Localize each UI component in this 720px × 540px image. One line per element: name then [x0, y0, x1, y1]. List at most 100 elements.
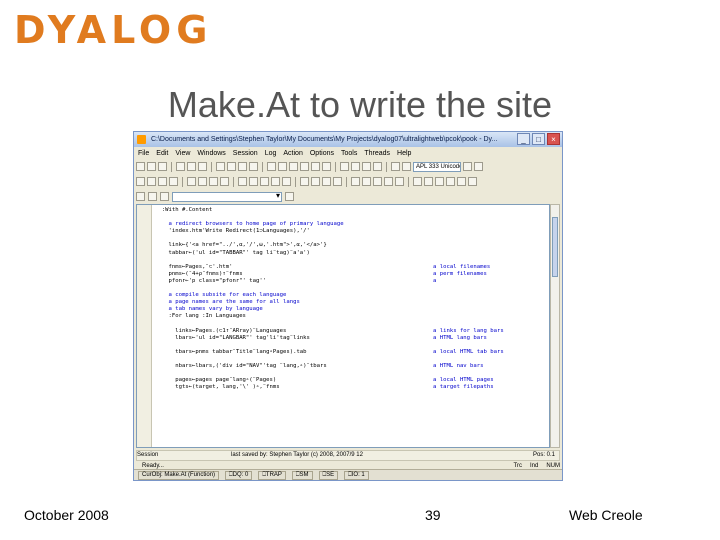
- threads-icon[interactable]: [391, 162, 400, 171]
- help-icon[interactable]: [402, 162, 411, 171]
- menu-tools[interactable]: Tools: [341, 148, 357, 159]
- undo-icon[interactable]: [216, 162, 225, 171]
- redo-icon[interactable]: [227, 162, 236, 171]
- language-bar-icon[interactable]: [198, 177, 207, 186]
- code-text: pfonr←'p class="pfonr"' tag'': [155, 277, 267, 284]
- toolbar-separator: [408, 176, 409, 187]
- paste-icon[interactable]: [198, 162, 207, 171]
- language-bar-icon[interactable]: [300, 177, 309, 186]
- editor-info-bar: Session last saved by: Stephen Taylor (c…: [136, 450, 560, 461]
- window-title-bar[interactable]: C:\Documents and Settings\Stephen Taylor…: [134, 132, 562, 147]
- code-line: a page names are the same for all langs: [155, 299, 547, 306]
- edit-icon[interactable]: [311, 162, 320, 171]
- copy-icon[interactable]: [187, 162, 196, 171]
- close-button[interactable]: ×: [547, 133, 560, 145]
- replace-icon[interactable]: [249, 162, 258, 171]
- menu-help[interactable]: Help: [397, 148, 411, 159]
- language-bar-icon[interactable]: [322, 177, 331, 186]
- font-smaller-icon[interactable]: [351, 162, 360, 171]
- menu-log[interactable]: Log: [265, 148, 277, 159]
- search-icon[interactable]: [285, 192, 294, 201]
- language-bar-icon[interactable]: [147, 177, 156, 186]
- save-icon[interactable]: [158, 162, 167, 171]
- toolbar-separator: [262, 161, 263, 172]
- language-bar-icon[interactable]: [220, 177, 229, 186]
- color-icon[interactable]: [362, 162, 371, 171]
- menu-action[interactable]: Action: [283, 148, 302, 159]
- code-comment: a local filenames: [433, 263, 491, 270]
- editor-window[interactable]: C:\Documents and Settings\Stephen Taylor…: [133, 131, 563, 481]
- toolbar-separator: [211, 161, 212, 172]
- language-bar-icon[interactable]: [271, 177, 280, 186]
- language-bar-icon[interactable]: [446, 177, 455, 186]
- settings-icon[interactable]: [373, 162, 382, 171]
- menu-file[interactable]: File: [138, 148, 149, 159]
- maximize-button[interactable]: □: [532, 133, 545, 145]
- menu-windows[interactable]: Windows: [197, 148, 225, 159]
- scrollbar-thumb[interactable]: [552, 217, 558, 277]
- language-bar-icon[interactable]: [384, 177, 393, 186]
- language-bar-icon[interactable]: [260, 177, 269, 186]
- language-bar-icon[interactable]: [209, 177, 218, 186]
- language-bar-icon[interactable]: [238, 177, 247, 186]
- language-bar-icon[interactable]: [413, 177, 422, 186]
- language-bar-icon[interactable]: [424, 177, 433, 186]
- exit-icon[interactable]: [160, 192, 169, 201]
- language-bar-icon[interactable]: [136, 177, 145, 186]
- language-bar-icon[interactable]: [282, 177, 291, 186]
- menu-session[interactable]: Session: [233, 148, 258, 159]
- tracer-icon[interactable]: [300, 162, 309, 171]
- language-bar-icon[interactable]: [435, 177, 444, 186]
- workspace-icon[interactable]: [267, 162, 276, 171]
- font-combo[interactable]: APL 333 Unicode: [413, 161, 461, 172]
- language-bar-icon[interactable]: [187, 177, 196, 186]
- menu-edit[interactable]: Edit: [156, 148, 168, 159]
- menu-options[interactable]: Options: [310, 148, 334, 159]
- language-bar-icon[interactable]: [395, 177, 404, 186]
- language-bar-icon[interactable]: [169, 177, 178, 186]
- run-icon[interactable]: [322, 162, 331, 171]
- toolbar-separator: [346, 176, 347, 187]
- session-tab[interactable]: Session: [137, 452, 158, 458]
- language-bar-icon[interactable]: [351, 177, 360, 186]
- language-bar-icon[interactable]: [158, 177, 167, 186]
- open-icon[interactable]: [147, 162, 156, 171]
- code-editor[interactable]: :With #.Content a redirect browsers to h…: [136, 204, 550, 448]
- language-bar-icon[interactable]: [362, 177, 371, 186]
- explorer-icon[interactable]: [278, 162, 287, 171]
- language-bar-icon[interactable]: [373, 177, 382, 186]
- menu-view[interactable]: View: [175, 148, 190, 159]
- toolbar-separator: [182, 176, 183, 187]
- line-numbers-icon[interactable]: [136, 192, 145, 201]
- cut-icon[interactable]: [176, 162, 185, 171]
- vertical-scrollbar[interactable]: [550, 204, 560, 448]
- language-bar-icon[interactable]: [333, 177, 342, 186]
- editor-gutter: [137, 205, 152, 447]
- code-line: fnms←Pages,¨⊂'.htm' a local filenames: [155, 264, 547, 271]
- toolbar-separator: [335, 161, 336, 172]
- print-icon[interactable]: [289, 162, 298, 171]
- function-selector[interactable]: [172, 191, 282, 202]
- menu-threads[interactable]: Threads: [364, 148, 390, 159]
- footer-date: October 2008: [24, 507, 109, 523]
- language-bar-icon[interactable]: [457, 177, 466, 186]
- language-bar-icon[interactable]: [468, 177, 477, 186]
- bold-icon[interactable]: [463, 162, 472, 171]
- language-bar-icon[interactable]: [249, 177, 258, 186]
- toolbar-separator: [386, 161, 387, 172]
- font-bigger-icon[interactable]: [340, 162, 349, 171]
- italic-icon[interactable]: [474, 162, 483, 171]
- minimize-button[interactable]: _: [517, 133, 530, 145]
- last-saved-info: last saved by: Stephen Taylor (c) 2008, …: [231, 452, 363, 458]
- window-title: C:\Documents and Settings\Stephen Taylor…: [150, 136, 498, 143]
- code-line: tgts←(target, lang,'\' )∘,¨fnms a target …: [155, 384, 547, 391]
- code-text: links←Pages.(⊂1↑¨ARray)¨Languages: [155, 327, 287, 334]
- new-icon[interactable]: [136, 162, 145, 171]
- fix-icon[interactable]: [148, 192, 157, 201]
- find-icon[interactable]: [238, 162, 247, 171]
- language-bar-icon[interactable]: [311, 177, 320, 186]
- code-area[interactable]: :With #.Content a redirect browsers to h…: [155, 207, 547, 447]
- code-comment: a target filepaths: [433, 384, 494, 391]
